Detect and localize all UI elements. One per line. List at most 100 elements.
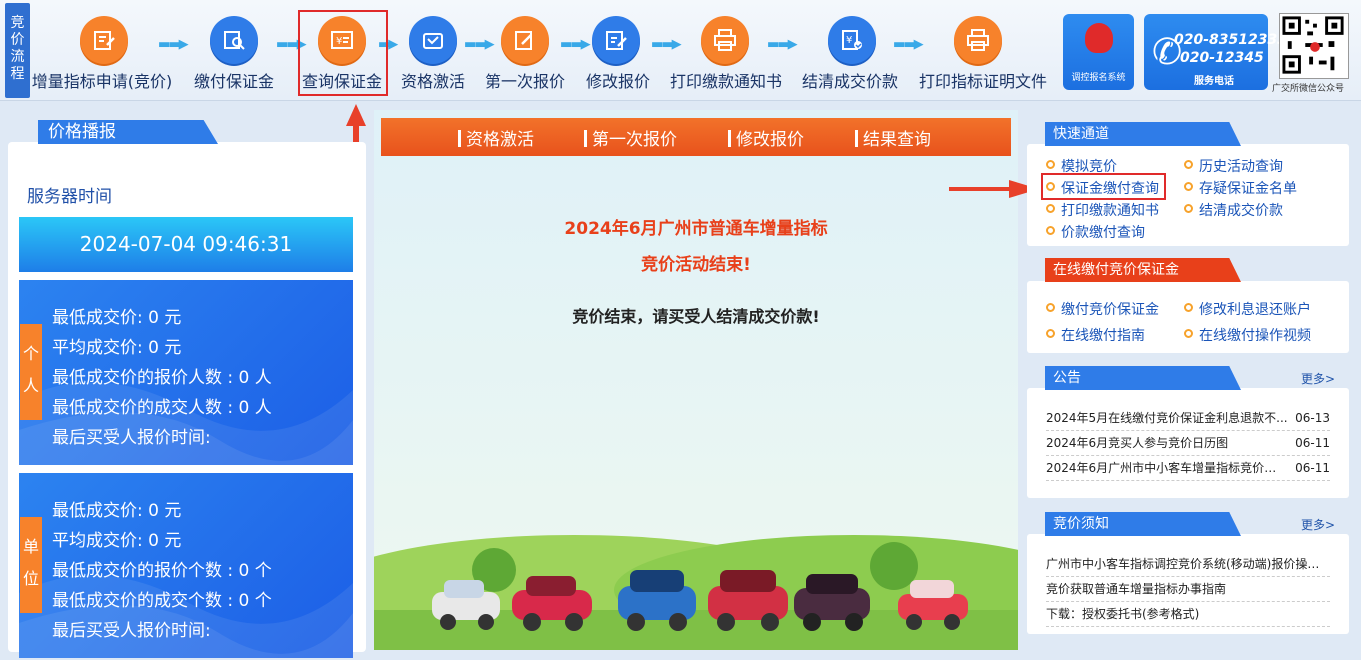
notice-item[interactable]: 2024年6月广州市中小客车增量指标竞价通告 06-11 bbox=[1046, 456, 1330, 481]
notice-item[interactable]: 2024年5月在线缴付竞价保证金利息退款不... 06-13 bbox=[1046, 406, 1330, 431]
link-payment-query[interactable]: 价款缴付查询 bbox=[1046, 222, 1145, 242]
guide-more-link[interactable]: 更多> bbox=[1301, 516, 1335, 533]
online-deposit-section: 缴付竞价保证金 修改利息退还账户 在线缴付指南 在线缴付操作视频 bbox=[1027, 281, 1349, 353]
bidding-main-panel: 资格激活 第一次报价 修改报价 结果查询 2024年6月广州市普通车增量指标 竞… bbox=[374, 110, 1018, 650]
notice-date: 06-11 bbox=[1295, 436, 1330, 450]
stat-row: 最后买受人报价时间: bbox=[52, 621, 211, 641]
stat-row: 最低成交价的成交人数 : 0 人 bbox=[52, 398, 272, 418]
yuan-check-icon: ¥ bbox=[828, 16, 876, 64]
stat-row: 最低成交价的报价人数 : 0 人 bbox=[52, 368, 272, 388]
link-print-notice[interactable]: 打印缴款通知书 bbox=[1046, 200, 1159, 220]
phone-number-2: 020-12345 bbox=[1180, 50, 1264, 66]
link-pay-deposit[interactable]: 缴付竞价保证金 bbox=[1046, 299, 1159, 319]
link-history-query[interactable]: 历史活动查询 bbox=[1184, 156, 1283, 176]
step-label: 资格激活 bbox=[400, 72, 466, 91]
notice-item[interactable]: 2024年6月竞买人参与竞价日历图 06-11 bbox=[1046, 431, 1330, 456]
flow-arrow-icon: ▬▬▶ bbox=[560, 37, 591, 52]
phone-number-1: 020-83512333 bbox=[1174, 32, 1287, 48]
red-arrow-right-icon bbox=[949, 180, 1039, 198]
process-bar: 竞价流程 增量指标申请(竞价) ▬▬▶ 缴付保证金 ▬▬▶ ¥ 查询保证金 ▬▶… bbox=[0, 0, 1361, 101]
nav-activate[interactable]: 资格激活 bbox=[458, 125, 534, 150]
side-char: 位 bbox=[22, 569, 39, 588]
stat-row: 最后买受人报价时间: bbox=[52, 428, 211, 448]
notice-section: 2024年5月在线缴付竞价保证金利息退款不... 06-13 2024年6月竞买人… bbox=[1027, 388, 1349, 498]
flow-label: 竞价流程 bbox=[5, 3, 30, 98]
notice-date: 06-11 bbox=[1295, 461, 1330, 475]
personal-stats: 个 人 最低成交价: 0 元 平均成交价: 0 元 最低成交价的报价人数 : 0… bbox=[19, 280, 353, 465]
flow-arrow-icon: ▬▬▶ bbox=[158, 37, 189, 52]
guide-item[interactable]: 竞价获取普通车增量指标办事指南 bbox=[1046, 577, 1330, 602]
flow-arrow-icon: ▬▬▶ bbox=[767, 37, 798, 52]
step-label: 结清成交价款 bbox=[801, 72, 899, 91]
price-broadcast-panel: 服务器时间 2024-07-04 09:46:31 个 人 最低成交价: 0 元… bbox=[8, 120, 366, 658]
flow-arrow-icon: ▬▬▶ bbox=[893, 37, 924, 52]
notice-tab: 公告 bbox=[1045, 366, 1241, 390]
nav-first-bid[interactable]: 第一次报价 bbox=[584, 125, 677, 150]
edit-price-icon bbox=[592, 16, 640, 64]
qr-code-icon bbox=[1279, 13, 1349, 79]
personal-side-label: 个 人 bbox=[20, 324, 42, 420]
step-label: 第一次报价 bbox=[484, 72, 566, 91]
svg-text:¥: ¥ bbox=[846, 35, 852, 46]
unit-stats: 单 位 最低成交价: 0 元 平均成交价: 0 元 最低成交价的报价个数 : 0… bbox=[19, 473, 353, 658]
price-broadcast-tab: 价格播报 bbox=[38, 120, 218, 144]
stat-row: 平均成交价: 0 元 bbox=[52, 338, 182, 358]
step-label: 增量指标申请(竞价) bbox=[31, 72, 173, 91]
link-settle-price[interactable]: 结清成交价款 bbox=[1184, 200, 1283, 220]
notice-title: 2024年6月竞买人参与竞价日历图 bbox=[1046, 436, 1229, 450]
stat-row: 最低成交价: 0 元 bbox=[52, 308, 182, 328]
bid-status-message: 竞价结束，请买受人结清成交价款! bbox=[572, 307, 820, 326]
server-time-label: 服务器时间 bbox=[27, 187, 112, 207]
tray-check-icon bbox=[409, 16, 457, 64]
notice-title: 2024年6月广州市中小客车增量指标竞价通告 bbox=[1046, 461, 1288, 475]
bid-title-line2: 竞价活动结束! bbox=[641, 255, 751, 275]
stat-row: 最低成交价的报价个数 : 0 个 bbox=[52, 561, 272, 581]
quick-access-tab: 快速通道 bbox=[1045, 122, 1241, 146]
side-char: 单 bbox=[22, 537, 39, 556]
unit-side-label: 单 位 bbox=[20, 517, 42, 613]
link-modify-refund-account[interactable]: 修改利息退还账户 bbox=[1184, 299, 1311, 319]
link-suspicious-deposit-list[interactable]: 存疑保证金名单 bbox=[1184, 178, 1297, 198]
server-time-display: 2024-07-04 09:46:31 bbox=[19, 217, 353, 272]
bid-guide-section: 广州市中小客车指标调控竞价系统(移动端)报价操作... 竞价获取普通车增量指标办… bbox=[1027, 534, 1349, 634]
bid-nav-bar: 资格激活 第一次报价 修改报价 结果查询 bbox=[381, 118, 1011, 156]
service-phone-tile[interactable]: ✆ 020-83512333 020-12345 服务电话 bbox=[1144, 14, 1287, 90]
stat-row: 最低成交价的成交个数 : 0 个 bbox=[52, 591, 272, 611]
panel-body: 服务器时间 2024-07-04 09:46:31 个 人 最低成交价: 0 元… bbox=[8, 142, 366, 658]
guide-title: 竞价获取普通车增量指标办事指南 bbox=[1046, 582, 1227, 596]
guide-title: 广州市中小客车指标调控竞价系统(移动端)报价操作... bbox=[1046, 557, 1330, 571]
link-online-guide[interactable]: 在线缴付指南 bbox=[1046, 325, 1145, 345]
qr-label: 广交所微信公众号 bbox=[1272, 84, 1345, 94]
link-operation-video[interactable]: 在线缴付操作视频 bbox=[1184, 325, 1311, 345]
printer-icon bbox=[954, 16, 1002, 64]
flow-arrow-icon: ▬▬▶ bbox=[651, 37, 682, 52]
online-deposit-tab: 在线缴付竞价保证金 bbox=[1045, 258, 1241, 282]
step-label: 缴付保证金 bbox=[193, 72, 275, 91]
service-label: 服务电话 bbox=[1194, 76, 1234, 87]
pen-document-icon bbox=[501, 16, 549, 64]
bid-title-line1: 2024年6月广州市普通车增量指标 bbox=[564, 219, 828, 239]
guide-item[interactable]: 广州市中小客车指标调控竞价系统(移动端)报价操作... bbox=[1046, 552, 1330, 577]
stat-row: 平均成交价: 0 元 bbox=[52, 531, 182, 551]
deposit-search-icon bbox=[210, 16, 258, 64]
step-label: 修改报价 bbox=[585, 72, 651, 91]
notice-more-link[interactable]: 更多> bbox=[1301, 370, 1335, 387]
notice-date: 06-13 bbox=[1295, 411, 1330, 425]
stat-row: 最低成交价: 0 元 bbox=[52, 501, 182, 521]
side-char: 人 bbox=[22, 376, 39, 395]
highlight-box bbox=[298, 10, 388, 96]
cars-landscape-illustration bbox=[374, 535, 1018, 650]
guide-title: 下载：授权委托书(参考格式) bbox=[1046, 607, 1200, 621]
system-label: 调控报名系统 bbox=[1071, 73, 1126, 83]
flow-arrow-icon: ▬▬▶ bbox=[464, 37, 495, 52]
step-label: 打印指标证明文件 bbox=[918, 72, 1048, 91]
notice-title: 2024年5月在线缴付竞价保证金利息退款不... bbox=[1046, 411, 1288, 425]
bid-system-tile[interactable]: 调控报名系统 bbox=[1063, 14, 1134, 90]
nav-result-query[interactable]: 结果查询 bbox=[855, 125, 931, 150]
edit-form-icon bbox=[80, 16, 128, 64]
side-char: 个 bbox=[22, 344, 39, 363]
printer-icon bbox=[701, 16, 749, 64]
guide-item[interactable]: 下载：授权委托书(参考格式) bbox=[1046, 602, 1330, 627]
nav-modify-bid[interactable]: 修改报价 bbox=[728, 125, 804, 150]
step-label: 打印缴款通知书 bbox=[669, 72, 783, 91]
